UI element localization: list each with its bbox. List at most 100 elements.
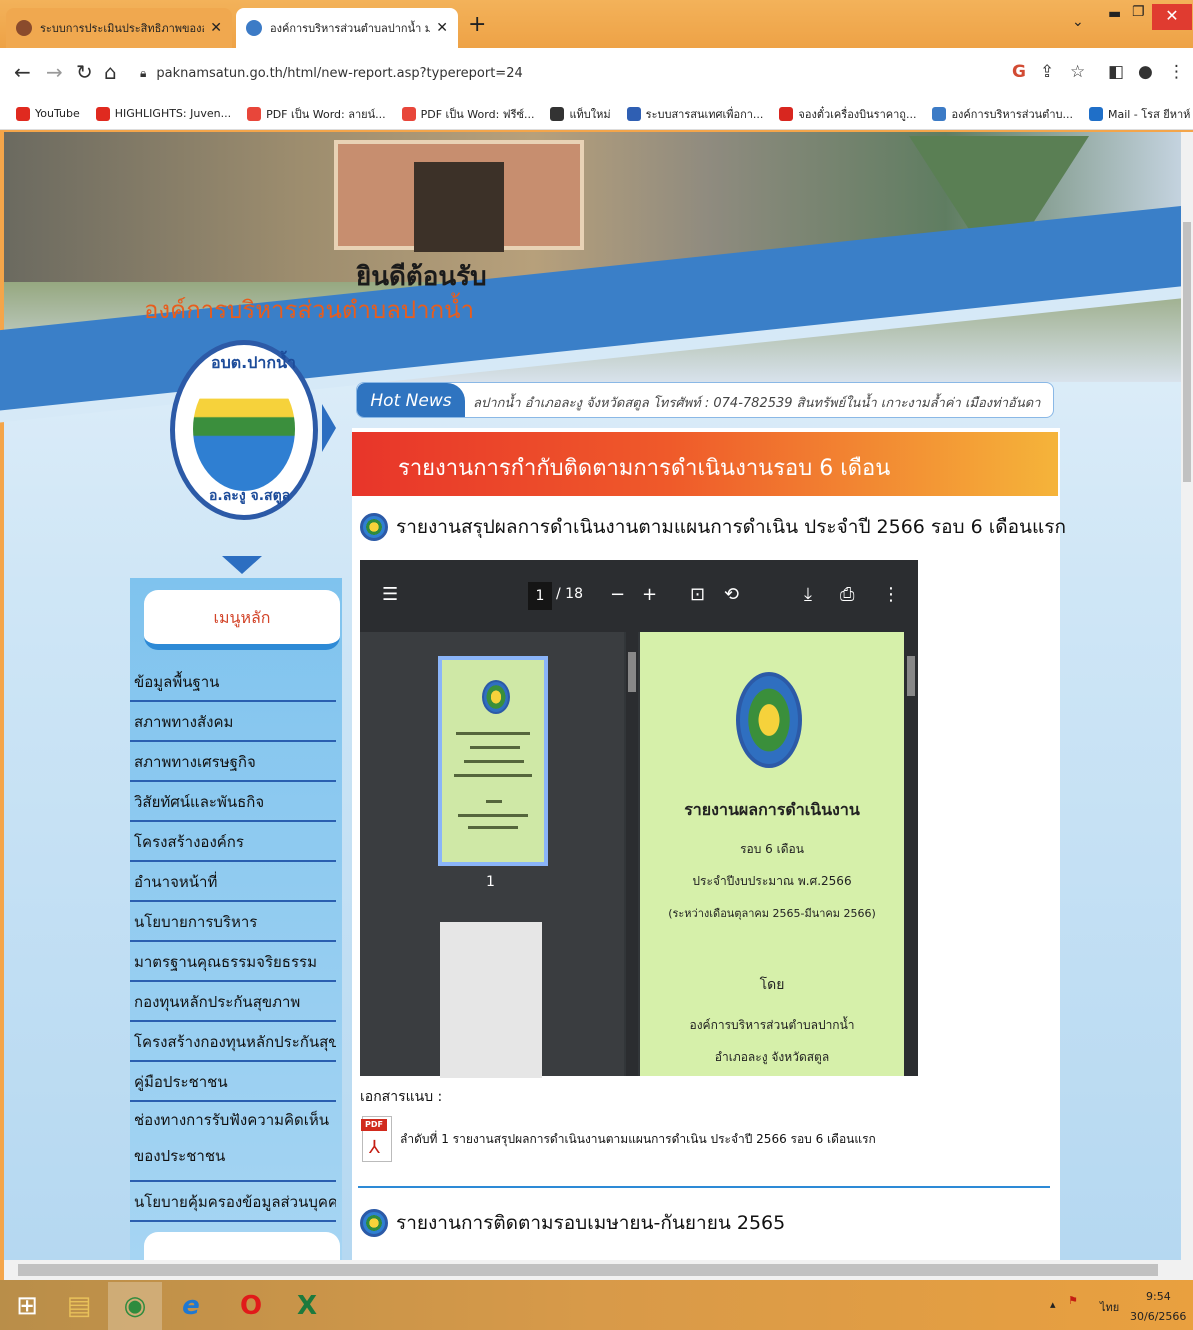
- fit-page-icon[interactable]: ⊡: [690, 584, 705, 605]
- bookmark-item[interactable]: ระบบสารสนเทศเพื่อกา...: [626, 105, 763, 123]
- sidebar-item-health-fund-structure[interactable]: โครงสร้างกองทุนหลักประกันสุขภาพ: [130, 1022, 336, 1062]
- bookmark-label: PDF เป็น Word: ลายน์...: [266, 107, 386, 121]
- print-icon[interactable]: ⎙: [840, 584, 854, 605]
- section-header: รายงานการกำกับติดตามการดำเนินงานรอบ 6 เด…: [352, 432, 1058, 496]
- divider: [358, 1186, 1050, 1188]
- close-window-icon[interactable]: ✕: [1152, 4, 1192, 30]
- language-indicator[interactable]: ไทย: [1100, 1298, 1119, 1316]
- doc-title: รายงานผลการดำเนินงาน: [684, 800, 860, 819]
- chrome-icon[interactable]: ◉: [108, 1282, 162, 1330]
- bookmark-item[interactable]: YouTube: [16, 106, 80, 121]
- sidebar-item-economy[interactable]: สภาพทางเศรษฐกิจ: [130, 742, 336, 782]
- zoom-out-icon[interactable]: −: [610, 584, 625, 605]
- sidebar-item-privacy[interactable]: นโยบายคุ้มครองข้อมูลส่วนบุคคล: [130, 1182, 336, 1222]
- page-scrollbar[interactable]: [904, 632, 918, 1076]
- bookmark-label: YouTube: [35, 107, 80, 120]
- page-number-input[interactable]: 1: [528, 582, 552, 610]
- bookmark-item[interactable]: PDF เป็น Word: ฟรีซ์...: [401, 105, 534, 123]
- google-icon[interactable]: G: [1012, 62, 1026, 82]
- bookmark-item[interactable]: HIGHLIGHTS: Juven...: [95, 106, 232, 121]
- new-tab-icon[interactable]: +: [468, 12, 486, 37]
- sidebar-menu: ข้อมูลพื้นฐาน สภาพทางสังคม สภาพทางเศรษฐก…: [130, 662, 336, 1222]
- bookmark-item[interactable]: Mail - โรส ยีหาห์ - O...: [1088, 105, 1193, 123]
- tab-favicon-icon: [16, 20, 32, 36]
- bookmark-star-icon[interactable]: ☆: [1070, 62, 1085, 82]
- bookmark-label: องค์การบริหารส่วนตำบ...: [951, 107, 1073, 121]
- bookmark-icon: [16, 106, 30, 121]
- sidebar-item-ethics[interactable]: มาตรฐานคุณธรรมจริยธรรม: [130, 942, 336, 982]
- pdf-file-icon[interactable]: PDF ⅄: [361, 1116, 392, 1162]
- section-header-text: รายงานการกำกับติดตามการดำเนินงานรอบ 6 เด…: [398, 456, 891, 481]
- share-icon[interactable]: ⇪: [1040, 62, 1054, 82]
- bookmark-icon: [247, 106, 262, 121]
- thumbnail-scrollbar[interactable]: [626, 632, 638, 1076]
- document-seal: [736, 672, 802, 768]
- bookmark-item[interactable]: องค์การบริหารส่วนตำบ...: [932, 105, 1073, 123]
- address-bar[interactable]: 🔒︎ paknamsatun.go.th/html/new-report.asp…: [134, 58, 1004, 88]
- file-explorer-icon[interactable]: ▤: [52, 1282, 106, 1330]
- internet-explorer-icon[interactable]: e: [164, 1282, 218, 1330]
- tab-close-icon[interactable]: ✕: [436, 20, 448, 36]
- sidebar-item-health-fund[interactable]: กองทุนหลักประกันสุขภาพ: [130, 982, 336, 1022]
- bookmark-label: HIGHLIGHTS: Juven...: [114, 107, 232, 120]
- arrow-right-icon: [322, 404, 336, 452]
- tab-search-icon[interactable]: ⌄: [1072, 14, 1084, 30]
- sidebar-item-citizen-manual[interactable]: คู่มือประชาชน: [130, 1062, 336, 1102]
- bookmark-item[interactable]: จองตั๋วเครื่องบินราคาถู...: [779, 105, 916, 123]
- more-options-icon[interactable]: ⋮: [882, 584, 900, 605]
- vertical-scrollbar[interactable]: [1181, 132, 1193, 1260]
- browser-tab-2[interactable]: องค์การบริหารส่วนตำบลปากน้ำ ม.4 ต ✕: [236, 8, 458, 48]
- restore-icon[interactable]: ❐: [1132, 4, 1145, 20]
- clock-time[interactable]: 9:54: [1146, 1290, 1171, 1303]
- download-icon[interactable]: ⤓: [804, 584, 812, 605]
- sidebar-item-duties[interactable]: อำนาจหน้าที่: [130, 862, 336, 902]
- pdf-thumbnail-2[interactable]: [440, 922, 542, 1078]
- tab-close-icon[interactable]: ✕: [210, 20, 222, 36]
- sidebar-item-social[interactable]: สภาพทางสังคม: [130, 702, 336, 742]
- zoom-in-icon[interactable]: +: [642, 584, 657, 605]
- sidebar-item-policy[interactable]: นโยบายการบริหาร: [130, 902, 336, 942]
- sidebar-item-vision[interactable]: วิสัยทัศน์และพันธกิจ: [130, 782, 336, 822]
- hot-news-bar: Hot News ลปากน้ำ อำเภอละงู จังหวัดสตูล โ…: [356, 382, 1054, 418]
- sidebar-item-basic-info[interactable]: ข้อมูลพื้นฐาน: [130, 662, 336, 702]
- bookmark-label: แท็บใหม่: [569, 107, 611, 121]
- tab-title: องค์การบริหารส่วนตำบลปากน้ำ ม.4 ต: [270, 22, 431, 35]
- forward-icon[interactable]: →: [46, 60, 63, 84]
- bookmark-item[interactable]: PDF เป็น Word: ลายน์...: [247, 105, 386, 123]
- windows-start-icon[interactable]: ⊞: [0, 1282, 54, 1330]
- clock-date[interactable]: 30/6/2566: [1130, 1310, 1186, 1323]
- tray-arrow-icon[interactable]: ▴: [1050, 1298, 1056, 1311]
- excel-icon[interactable]: X: [280, 1282, 334, 1330]
- org-emblem-icon: [360, 1209, 388, 1237]
- sidebar-item-structure[interactable]: โครงสร้างองค์กร: [130, 822, 336, 862]
- reload-icon[interactable]: ↻: [76, 60, 93, 84]
- back-icon[interactable]: ←: [14, 60, 31, 84]
- profile-icon[interactable]: ●: [1138, 62, 1153, 82]
- browser-tab-1[interactable]: ระบบการประเมินประสิทธิภาพขององค์ ✕: [6, 8, 232, 48]
- tray-app-icon[interactable]: ⚑: [1068, 1294, 1078, 1307]
- sidepanel-icon[interactable]: ◧: [1108, 62, 1124, 82]
- opera-icon[interactable]: O: [224, 1282, 278, 1330]
- tab-title: ระบบการประเมินประสิทธิภาพขององค์: [40, 22, 205, 35]
- home-icon[interactable]: ⌂: [104, 60, 117, 84]
- bookmark-item[interactable]: แท็บใหม่: [550, 105, 611, 123]
- org-name: องค์การบริหารส่วนตำบลปากน้ำ: [144, 296, 475, 324]
- pdf-thumbnail-1[interactable]: [438, 656, 548, 866]
- sidebar-item-feedback[interactable]: ช่องทางการรับฟังความคิดเห็นของประชาชน: [130, 1102, 336, 1182]
- menu-icon[interactable]: ⋮: [1168, 62, 1185, 82]
- doc-line: โดย: [759, 977, 785, 993]
- report-title-2[interactable]: รายงานการติดตามรอบเมษายน-กันยายน 2565: [360, 1208, 785, 1238]
- bookmark-icon: [1088, 106, 1103, 121]
- doc-line: องค์การบริหารส่วนตำบลปากน้ำ: [689, 1018, 855, 1032]
- attachment-link[interactable]: ลำดับที่ 1 รายงานสรุปผลการดำเนินงานตามแผ…: [400, 1130, 876, 1149]
- horizontal-scrollbar[interactable]: [4, 1260, 1193, 1280]
- bookmark-label: Mail - โรส ยีหาห์ - O...: [1107, 107, 1193, 121]
- hot-news-ticker[interactable]: ลปากน้ำ อำเภอละงู จังหวัดสตูล โทรศัพท์ :…: [473, 392, 1040, 413]
- report-title-1[interactable]: รายงานสรุปผลการดำเนินงานตามแผนการดำเนิน …: [360, 512, 1066, 542]
- pdf-page: รายงานผลการดำเนินงาน รอบ 6 เดือน ประจำปี…: [640, 632, 904, 1076]
- rotate-icon[interactable]: ⟲: [724, 584, 739, 605]
- report-title-2-text: รายงานการติดตามรอบเมษายน-กันยายน 2565: [396, 1212, 786, 1234]
- minimize-icon[interactable]: ▬: [1108, 6, 1121, 22]
- lock-icon: 🔒︎: [140, 65, 147, 80]
- pdf-menu-icon[interactable]: ☰: [382, 584, 398, 605]
